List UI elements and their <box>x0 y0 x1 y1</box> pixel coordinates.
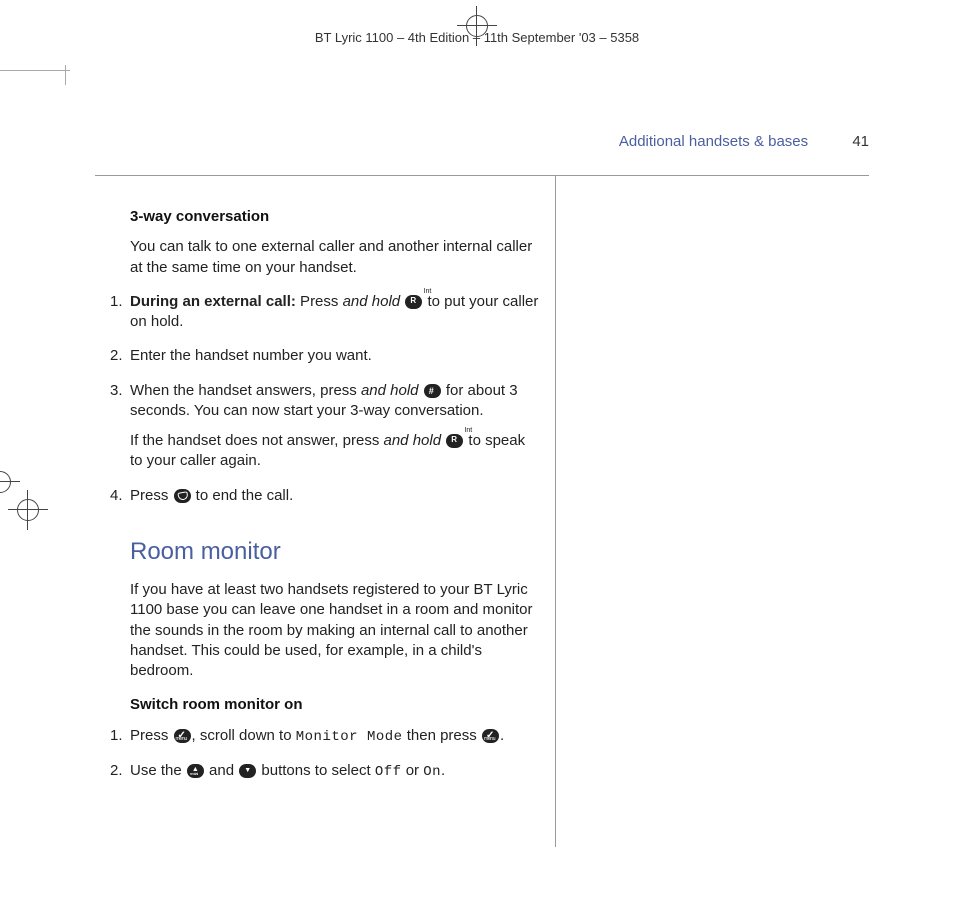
r-int-icon <box>446 434 463 448</box>
r-int-icon <box>405 295 422 309</box>
section-title: Additional handsets & bases <box>619 133 808 150</box>
crop-mark-right <box>14 496 42 524</box>
crop-mark-left <box>0 468 14 496</box>
menu-check-icon <box>174 729 191 743</box>
top-rule <box>95 175 869 176</box>
up-redial-icon <box>187 764 204 778</box>
trim-line <box>65 65 66 85</box>
end-call-icon <box>174 489 191 503</box>
running-head: Additional handsets & bases 41 <box>619 133 869 150</box>
step-2: 2.Enter the handset number you want. <box>110 346 540 366</box>
down-calls-icon <box>239 764 256 778</box>
intro-3way: You can talk to one external caller and … <box>130 237 540 278</box>
rm-step-2: 2. Use the and buttons to select Off or … <box>110 761 540 782</box>
rm-step-1: 1. Press , scroll down to Monitor Mode t… <box>110 726 540 747</box>
step-3: 3. When the handset answers, press and h… <box>110 381 540 472</box>
step-1: 1. During an external call: Press and ho… <box>110 292 540 333</box>
heading-3way: 3-way conversation <box>130 207 540 227</box>
column-rule <box>555 175 556 847</box>
step-4: 4. Press to end the call. <box>110 486 540 506</box>
heading-room-monitor: Room monitor <box>130 536 540 568</box>
intro-room-monitor: If you have at least two handsets regist… <box>130 580 540 681</box>
trim-line <box>0 70 70 71</box>
hash-icon <box>424 384 441 398</box>
heading-switch-on: Switch room monitor on <box>130 695 540 715</box>
document-header: BT Lyric 1100 – 4th Edition – 11th Septe… <box>0 30 954 45</box>
main-column: 3-way conversation You can talk to one e… <box>130 195 540 795</box>
menu-check-icon <box>482 729 499 743</box>
page-number: 41 <box>852 133 869 150</box>
